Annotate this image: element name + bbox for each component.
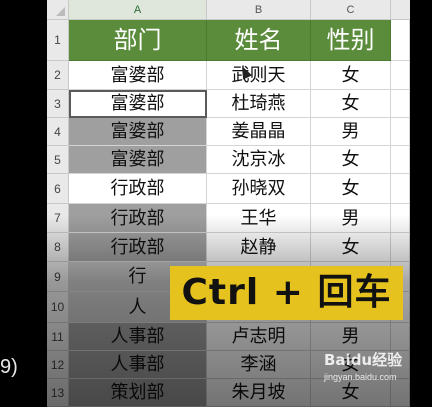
select-all-triangle-icon [56,7,65,16]
row-header[interactable]: 4 [47,118,69,146]
spreadsheet: A B C 1 部门 姓名 性别 2 富婆部 武则天 女 3 富婆部 杜琦燕 女… [47,0,410,407]
table-cell[interactable]: 行政部 [69,174,207,204]
row-header[interactable]: 7 [47,204,69,233]
header-cell-gender[interactable]: 性别 [311,20,391,61]
table-cell[interactable]: 杜琦燕 [207,90,311,118]
table-cell[interactable]: 女 [311,90,391,118]
empty-cell[interactable] [391,20,410,61]
table-cell[interactable]: 赵静 [207,233,311,262]
table-cell[interactable]: 男 [311,204,391,233]
table-cell[interactable]: 男 [311,323,391,351]
table-cell[interactable]: 孙晓双 [207,174,311,204]
empty-cell[interactable] [391,118,410,146]
column-header-b[interactable]: B [207,0,311,20]
row-header[interactable]: 12 [47,351,69,379]
row-header[interactable]: 2 [47,61,69,90]
table-cell[interactable]: 武则天 [207,61,311,90]
table-cell[interactable]: 姜晶晶 [207,118,311,146]
active-cell[interactable]: 富婆部 [69,90,207,118]
table-cell[interactable]: 富婆部 [69,118,207,146]
table-cell[interactable]: 策划部 [69,379,207,407]
empty-cell[interactable] [391,61,410,90]
row-header[interactable]: 5 [47,146,69,174]
row-header[interactable]: 9 [47,262,69,292]
table-cell[interactable]: 朱月坡 [207,379,311,407]
column-header-a[interactable]: A [69,0,207,20]
watermark: Baidu经验 jingyan.baidu.com [324,349,424,389]
watermark-url: jingyan.baidu.com [324,372,397,382]
empty-cell[interactable] [391,233,410,262]
table-cell[interactable]: 沈京冰 [207,146,311,174]
row-header[interactable]: 8 [47,233,69,262]
row-header[interactable]: 3 [47,90,69,118]
empty-cell[interactable] [391,323,410,351]
table-cell[interactable]: 李涵 [207,351,311,379]
empty-cell[interactable] [391,90,410,118]
table-cell[interactable]: 女 [311,146,391,174]
header-cell-name[interactable]: 姓名 [207,20,311,61]
empty-cell[interactable] [391,146,410,174]
table-cell[interactable]: 女 [311,61,391,90]
column-header-next[interactable] [391,0,410,20]
row-header[interactable]: 11 [47,323,69,351]
select-all-corner[interactable] [47,0,69,20]
table-cell[interactable]: 富婆部 [69,146,207,174]
table-cell[interactable]: 行政部 [69,233,207,262]
row-header[interactable]: 1 [47,20,69,61]
table-cell[interactable]: 女 [311,174,391,204]
table-cell[interactable]: 行政部 [69,204,207,233]
column-header-c[interactable]: C [311,0,391,20]
table-cell[interactable]: 人事部 [69,323,207,351]
empty-cell[interactable] [391,204,410,233]
row-header[interactable]: 10 [47,292,69,323]
table-cell[interactable]: 卢志明 [207,323,311,351]
header-cell-department[interactable]: 部门 [69,20,207,61]
row-header[interactable]: 13 [47,379,69,407]
table-cell[interactable]: 男 [311,118,391,146]
table-cell[interactable]: 王华 [207,204,311,233]
row-header[interactable]: 6 [47,174,69,204]
table-cell[interactable]: 女 [311,233,391,262]
shortcut-banner: Ctrl + 回车 [170,266,403,320]
table-cell[interactable]: 富婆部 [69,61,207,90]
watermark-logo: Baidu经验 [324,351,403,369]
empty-cell[interactable] [391,174,410,204]
table-cell[interactable]: 人事部 [69,351,207,379]
side-caption: 9) [0,356,18,378]
